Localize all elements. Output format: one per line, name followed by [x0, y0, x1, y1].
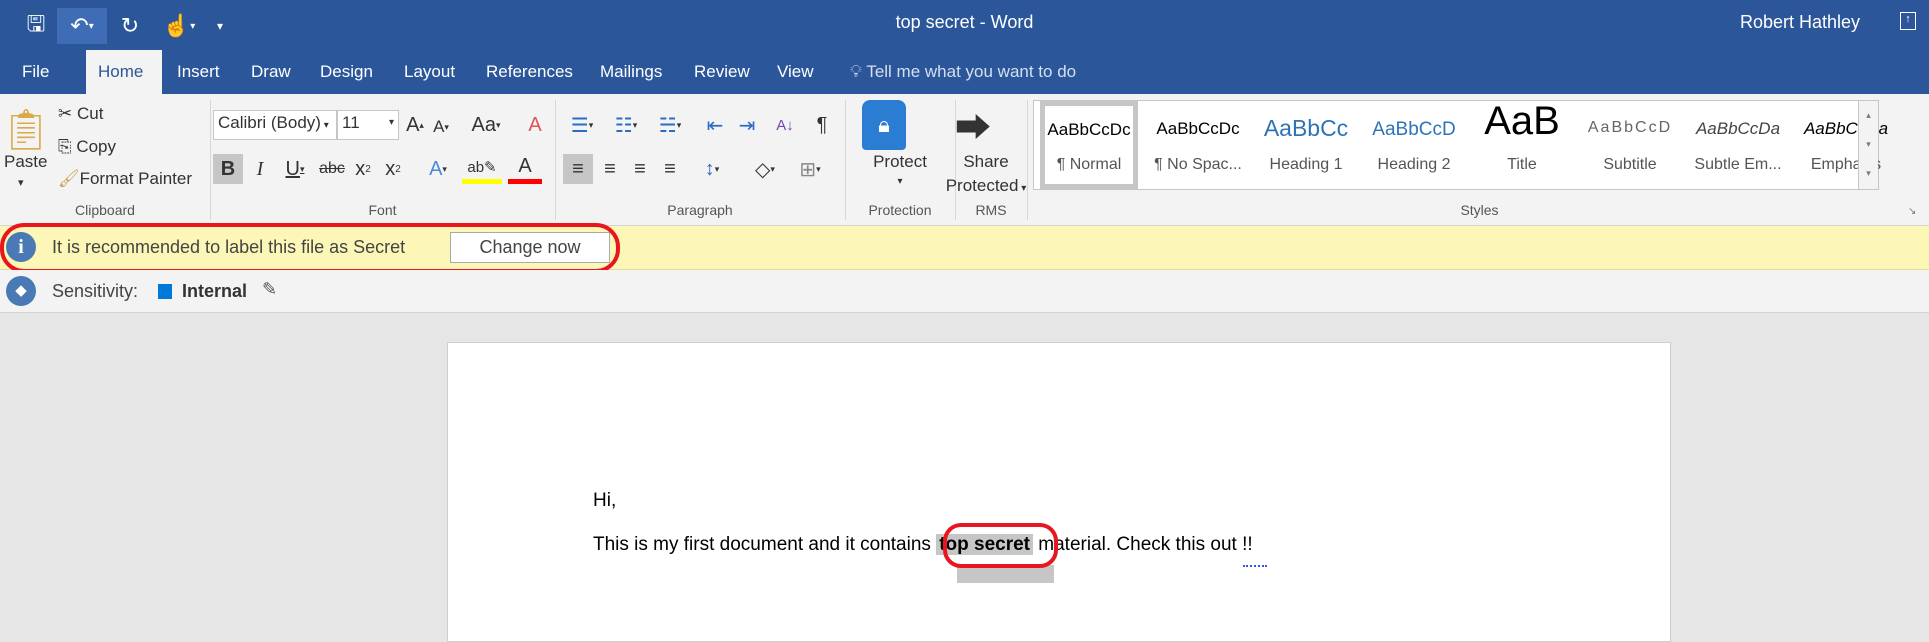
tab-layout[interactable]: Layout: [392, 50, 467, 94]
group-label-rms: RMS: [975, 202, 1007, 218]
group-label-font: Font: [368, 202, 397, 218]
sort-icon[interactable]: A↓: [772, 110, 798, 140]
superscript-button[interactable]: x2: [380, 154, 406, 184]
strikethrough-button[interactable]: abc: [318, 154, 346, 184]
edit-pencil-icon[interactable]: ✎: [262, 279, 277, 300]
line-spacing-icon[interactable]: ↕ ▾: [692, 154, 732, 184]
share-protected-icon[interactable]: ⮕: [948, 100, 998, 150]
style-heading-1[interactable]: AaBbCc Heading 1: [1252, 101, 1360, 189]
lightbulb-icon: 💡︎: [850, 62, 867, 81]
styles-scroll[interactable]: ▴ ▾ ▾: [1858, 101, 1878, 189]
tag-icon: ◆: [6, 276, 36, 306]
style-heading-2[interactable]: AaBbCcD Heading 2: [1360, 101, 1468, 189]
font-name-select[interactable]: Calibri (Body) ▾: [213, 110, 337, 140]
numbering-icon[interactable]: ☷ ▾: [606, 110, 646, 140]
justify-button[interactable]: ≡: [655, 154, 685, 184]
ribbon: 📋︎ Paste ▾ ✂ Cut ⎘ Copy 🖌︎Format Painter…: [0, 94, 1929, 226]
title-bar: 🖫 ↶ ▾ ↻ ☝ ▾ ▾ top secret - Word Robert Hat…: [0, 0, 1929, 50]
tab-view[interactable]: View: [765, 50, 826, 94]
align-center-button[interactable]: ≡: [595, 154, 625, 184]
paintbrush-icon: 🖌︎: [58, 169, 80, 188]
multilevel-list-icon[interactable]: ☵ ▾: [650, 110, 690, 140]
bold-button[interactable]: B: [213, 154, 243, 184]
style-title[interactable]: AaB Title: [1468, 99, 1576, 189]
tab-draw[interactable]: Draw: [239, 50, 303, 94]
user-name[interactable]: Robert Hathley: [1740, 12, 1860, 33]
tab-review[interactable]: Review: [682, 50, 762, 94]
copy-icon: ⎘: [58, 137, 77, 156]
style-normal[interactable]: AaBbCcDc ¶ Normal: [1040, 101, 1138, 189]
group-label-paragraph: Paragraph: [667, 202, 733, 218]
paste-dropdown-icon[interactable]: ▾: [18, 176, 24, 189]
sensitivity-label: Sensitivity:: [52, 281, 139, 301]
lock-share-icon[interactable]: 🔒︎: [862, 100, 906, 150]
clear-formatting-icon[interactable]: A: [522, 110, 548, 140]
styles-gallery: AaBbCcDc ¶ Normal AaBbCcDc ¶ No Spac... Aa…: [1033, 99, 1888, 190]
sensitivity-value[interactable]: Internal: [182, 281, 247, 302]
decrease-indent-icon[interactable]: ⇤: [700, 110, 730, 140]
align-left-button[interactable]: ≡: [563, 154, 593, 184]
share-protected-label[interactable]: Protected ▾: [930, 176, 1042, 196]
annotation-circle: [943, 523, 1058, 568]
tab-insert[interactable]: Insert: [165, 50, 232, 94]
grow-font-icon[interactable]: A ▴: [402, 110, 428, 140]
paste-button[interactable]: Paste: [4, 152, 47, 172]
doc-line-2: This is my first document and it contain…: [593, 534, 1253, 555]
font-color-icon[interactable]: A: [508, 154, 542, 184]
annotation-circle: [0, 223, 620, 273]
divider: [1027, 100, 1028, 220]
style-no-spacing[interactable]: AaBbCcDc ¶ No Spac...: [1144, 101, 1252, 189]
message-bar: i It is recommended to label this file a…: [0, 223, 1929, 273]
copy-button[interactable]: ⎘ Copy: [58, 137, 116, 157]
tab-design[interactable]: Design: [308, 50, 385, 94]
tab-references[interactable]: References: [474, 50, 585, 94]
sensitivity-color-swatch: [158, 284, 172, 299]
text-effects-icon[interactable]: A ▾: [420, 154, 456, 184]
shading-icon[interactable]: ◇ ▾: [745, 154, 785, 184]
group-label-protection: Protection: [868, 202, 932, 218]
tab-mailings[interactable]: Mailings: [588, 50, 674, 94]
tab-file[interactable]: File: [10, 50, 61, 94]
share-protected-button[interactable]: Share: [945, 152, 1027, 172]
align-right-button[interactable]: ≡: [625, 154, 655, 184]
underline-button[interactable]: U ▾: [276, 154, 314, 184]
ribbon-tabs: File Home Insert Draw Design Layout Refe…: [0, 50, 1929, 94]
cut-button[interactable]: ✂ Cut: [58, 104, 103, 124]
document-page[interactable]: Hi, This is my first document and it con…: [447, 342, 1671, 642]
bullets-icon[interactable]: ☰ ▾: [562, 110, 602, 140]
show-formatting-icon[interactable]: ¶: [810, 110, 834, 140]
styles-dialog-launcher-icon[interactable]: ↘: [1908, 206, 1916, 217]
tab-home[interactable]: Home: [86, 50, 162, 94]
font-size-select[interactable]: 11 ▾: [337, 110, 399, 140]
format-painter-button[interactable]: 🖌︎Format Painter: [58, 169, 192, 189]
paste-icon[interactable]: 📋︎: [1, 102, 52, 156]
borders-icon[interactable]: ⊞ ▾: [790, 154, 830, 184]
grammar-squiggle: [1243, 564, 1267, 567]
change-case-icon[interactable]: Aa ▾: [468, 110, 504, 140]
tell-me-search[interactable]: 💡︎ Tell me what you want to do: [838, 50, 1088, 94]
style-subtle-emphasis[interactable]: AaBbCcDa Subtle Em...: [1684, 101, 1792, 189]
group-label-styles: Styles: [1460, 202, 1499, 218]
window-title: top secret - Word: [895, 12, 1034, 32]
shrink-font-icon[interactable]: A ▾: [428, 112, 454, 142]
subscript-button[interactable]: x2: [350, 154, 376, 184]
sensitivity-bar: ◆ Sensitivity: Internal ✎: [0, 270, 1929, 313]
doc-line-1: Hi,: [593, 490, 617, 511]
protect-button[interactable]: Protect: [845, 152, 955, 172]
style-emphasis[interactable]: AaBbCcDa Emphasis: [1792, 101, 1900, 189]
group-label-clipboard: Clipboard: [75, 202, 135, 218]
style-subtitle[interactable]: AaBbCcD Subtitle: [1576, 101, 1684, 189]
italic-button[interactable]: I: [248, 154, 272, 184]
ribbon-display-icon[interactable]: ↑: [1900, 12, 1916, 30]
increase-indent-icon[interactable]: ⇥: [732, 110, 762, 140]
scissors-icon: ✂: [58, 104, 77, 123]
highlight-color-icon[interactable]: ab✎: [462, 154, 502, 184]
